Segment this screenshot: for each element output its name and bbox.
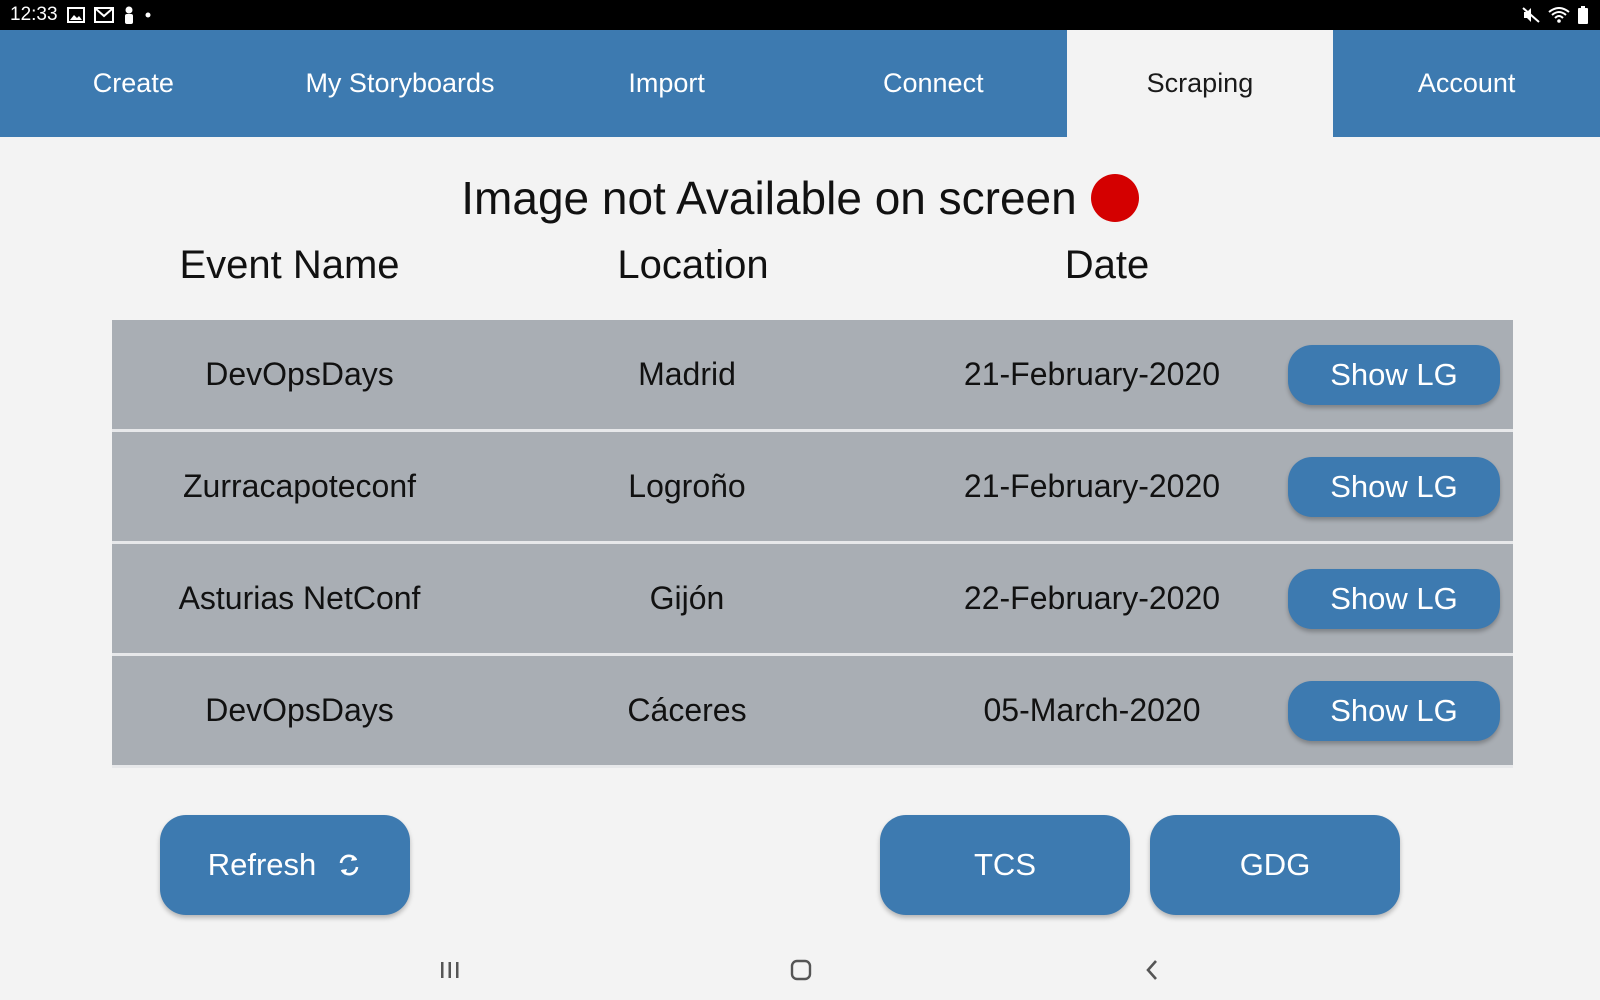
tab-connect[interactable]: Connect: [800, 30, 1067, 137]
tab-bar: Create My Storyboards Import Connect Scr…: [0, 30, 1600, 137]
recent-apps-icon[interactable]: [410, 940, 490, 1000]
refresh-icon: [336, 852, 362, 878]
page-heading: Image not Available on screen: [0, 168, 1600, 228]
tcs-button[interactable]: TCS: [880, 815, 1130, 915]
column-header-event-name: Event Name: [179, 243, 400, 287]
events-table: DevOpsDays Madrid 21-February-2020 Show …: [112, 320, 1513, 770]
show-lg-button[interactable]: Show LG: [1288, 681, 1500, 741]
tab-import[interactable]: Import: [533, 30, 800, 137]
refresh-label: Refresh: [207, 847, 317, 882]
show-lg-button[interactable]: Show LG: [1288, 569, 1500, 629]
tab-scraping[interactable]: Scraping: [1066, 30, 1334, 137]
home-icon[interactable]: [761, 940, 841, 1000]
person-icon: [123, 6, 135, 29]
column-header-location: Location: [617, 243, 769, 287]
page-title: Image not Available on screen: [461, 172, 1077, 224]
row-divider: [112, 765, 1513, 768]
date-cell: 05-March-2020: [983, 692, 1201, 728]
show-lg-button[interactable]: Show LG: [1288, 345, 1500, 405]
wifi-icon: [1548, 7, 1570, 28]
event-name-cell: Zurracapoteconf: [182, 468, 416, 504]
gdg-button[interactable]: GDG: [1150, 815, 1400, 915]
location-cell: Gijón: [649, 580, 725, 616]
location-cell: Cáceres: [627, 692, 747, 728]
navigation-bar: [0, 940, 1600, 1000]
mute-icon: [1522, 7, 1540, 28]
table-row: Zurracapoteconf Logroño 21-February-2020…: [112, 432, 1513, 541]
tab-create[interactable]: Create: [0, 30, 267, 137]
refresh-button[interactable]: Refresh: [160, 815, 410, 915]
location-cell: Madrid: [638, 356, 736, 392]
status-right-icons: [1522, 6, 1588, 29]
gallery-icon: [67, 7, 85, 28]
event-name-cell: DevOpsDays: [205, 692, 394, 728]
date-cell: 22-February-2020: [963, 580, 1221, 616]
table-row: Asturias NetConf Gijón 22-February-2020 …: [112, 544, 1513, 653]
event-name-cell: DevOpsDays: [205, 356, 394, 392]
status-left-icons: [67, 6, 152, 29]
tab-my-storyboards[interactable]: My Storyboards: [267, 30, 534, 137]
date-cell: 21-February-2020: [963, 468, 1221, 504]
dot-icon: [144, 7, 152, 28]
status-time: 12:33: [10, 4, 58, 25]
location-cell: Logroño: [628, 468, 746, 504]
status-bar: 12:33: [0, 0, 1600, 30]
gmail-icon: [94, 7, 114, 28]
show-lg-button[interactable]: Show LG: [1288, 457, 1500, 517]
table-row: DevOpsDays Madrid 21-February-2020 Show …: [112, 320, 1513, 429]
table-row: DevOpsDays Cáceres 05-March-2020 Show LG: [112, 656, 1513, 765]
back-icon[interactable]: [1112, 940, 1192, 1000]
column-header-date: Date: [1064, 243, 1150, 287]
tab-account[interactable]: Account: [1333, 30, 1600, 137]
event-name-cell: Asturias NetConf: [178, 580, 421, 616]
battery-icon: [1578, 6, 1588, 29]
status-indicator-icon: [1090, 174, 1139, 222]
date-cell: 21-February-2020: [963, 356, 1221, 392]
